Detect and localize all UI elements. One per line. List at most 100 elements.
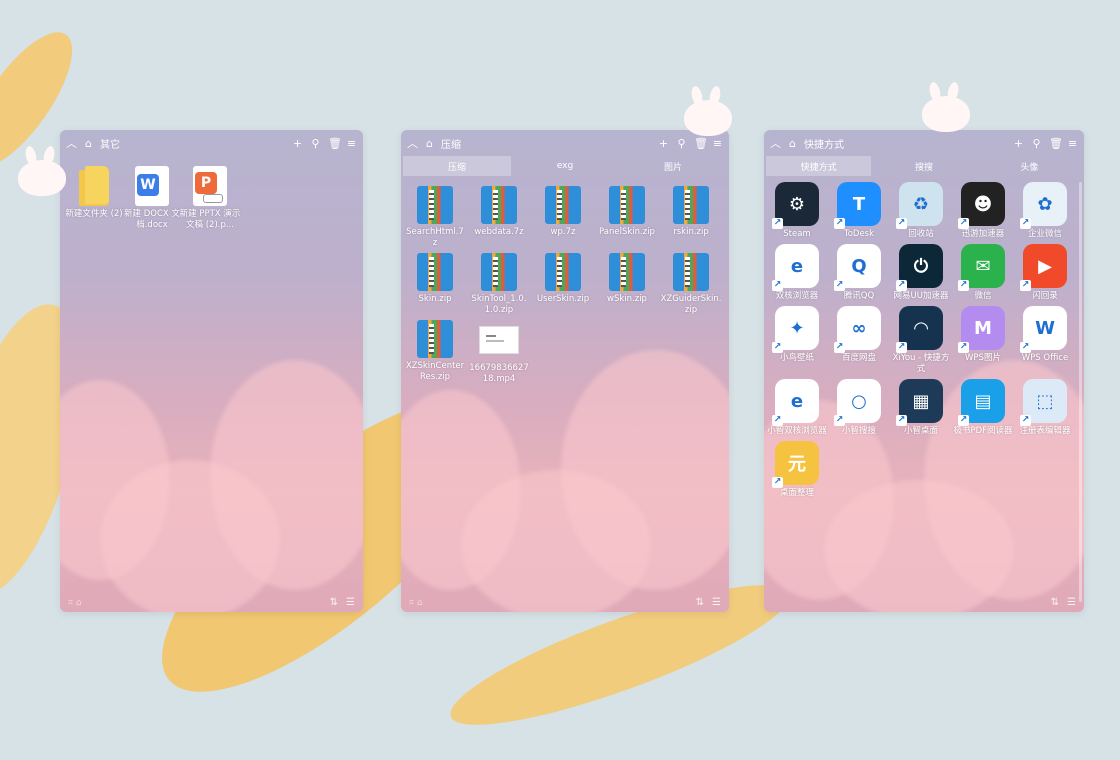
add-icon[interactable]: + <box>292 138 303 149</box>
file-item-archive[interactable]: XZSkinCenterRes.zip <box>403 320 467 385</box>
tab-shortcuts[interactable]: 快捷方式 <box>766 156 872 176</box>
tab-avatar[interactable]: 头像 <box>977 156 1082 176</box>
file-item-folder[interactable]: 新建文件夹 (2) <box>62 166 126 231</box>
file-item-docx[interactable]: W 新建 DOCX 文档.docx <box>120 166 184 231</box>
archive-icon <box>417 186 453 224</box>
shortcut-label: 小智双核浏览器 <box>767 426 827 436</box>
shortcut-label: 桌面整理 <box>779 488 814 498</box>
file-item-archive[interactable]: rskin.zip <box>659 186 723 249</box>
video-thumb-icon <box>479 326 519 354</box>
tab-search[interactable]: 搜搜 <box>871 156 976 176</box>
shortcut-item[interactable]: ⏻ ↗ 网易UU加速器 <box>890 244 952 302</box>
baidu-netdisk-icon: ∞ ↗ <box>834 306 881 353</box>
shortcut-item[interactable]: ◠ ↗ XiYou - 快捷方式 <box>890 306 952 375</box>
sort-icon[interactable]: ⇅ <box>330 597 338 608</box>
collapse-chevron-icon[interactable]: ︿ <box>66 138 77 149</box>
file-item-archive[interactable]: UserSkin.zip <box>531 253 595 316</box>
file-label: wp.7z <box>550 227 576 237</box>
menu-icon[interactable]: ≡ <box>1067 138 1078 149</box>
add-icon[interactable]: + <box>1013 138 1024 149</box>
shortcut-item[interactable]: ▤ ↗ 极书PDF阅读器 <box>952 379 1014 437</box>
shortcut-arrow-icon: ↗ <box>772 477 783 488</box>
bunny-sticker <box>684 100 732 136</box>
tab-exg[interactable]: exg <box>511 156 619 176</box>
shortcut-arrow-icon: ↗ <box>834 280 845 291</box>
xiaozhi-search-icon: ○ ↗ <box>834 379 881 426</box>
panel-titlebar[interactable]: ︿ ⌂ 其它 + ⚲ 🗑︎ ≡ <box>60 130 363 156</box>
shortcut-item[interactable]: Q ↗ 腾讯QQ <box>828 244 890 302</box>
shortcut-item[interactable]: M ↗ WPS图片 <box>952 306 1014 375</box>
file-item-pptx[interactable]: P 新建 PPTX 演示文稿 (2).p... <box>178 166 242 231</box>
shortcut-item[interactable]: ✦ ↗ 小鸟壁纸 <box>766 306 828 375</box>
shortcut-item[interactable]: ▶ ↗ 闪回录 <box>1014 244 1076 302</box>
qq-icon: Q ↗ <box>834 244 881 291</box>
panel-tabs: 快捷方式 搜搜 头像 <box>766 156 1082 176</box>
shortcut-item[interactable]: ∞ ↗ 百度网盘 <box>828 306 890 375</box>
delete-icon[interactable]: 🗑︎ <box>328 138 342 149</box>
sort-icon[interactable]: ⇅ <box>1051 597 1059 608</box>
add-icon[interactable]: + <box>658 138 669 149</box>
file-item-archive[interactable]: PanelSkin.zip <box>595 186 659 249</box>
menu-icon[interactable]: ≡ <box>712 138 723 149</box>
file-item-archive[interactable]: webdata.7z <box>467 186 531 249</box>
tab-archives[interactable]: 压缩 <box>403 156 511 176</box>
delete-icon[interactable]: 🗑︎ <box>1049 138 1063 149</box>
shortcut-item[interactable]: ✉ ↗ 微信 <box>952 244 1014 302</box>
folder-icon <box>79 166 109 206</box>
shortcut-item[interactable]: 元 ↗ 桌面整理 <box>766 441 828 499</box>
file-item-archive[interactable]: SearchHtml.7z <box>403 186 467 249</box>
archive-icon <box>673 186 709 224</box>
tab-images[interactable]: 图片 <box>619 156 727 176</box>
shortcut-item[interactable]: e ↗ 双核浏览器 <box>766 244 828 302</box>
file-label: rskin.zip <box>673 227 709 237</box>
shortcut-item[interactable]: e ↗ 小智双核浏览器 <box>766 379 828 437</box>
collapse-chevron-icon[interactable]: ︿ <box>407 138 418 149</box>
desktop-fence-panel-shortcuts[interactable]: ︿ ⌂ 快捷方式 + ⚲ 🗑︎ ≡ 快捷方式 搜搜 头像 ⚙ ↗ Steam T ↗ To… <box>764 130 1084 612</box>
panel-titlebar[interactable]: ︿ ⌂ 快捷方式 + ⚲ 🗑︎ ≡ <box>764 130 1084 156</box>
sort-icon[interactable]: ⇅ <box>696 597 704 608</box>
list-view-icon[interactable]: ☰ <box>1067 597 1076 608</box>
shortcut-arrow-icon: ↗ <box>1020 415 1031 426</box>
desktop-fence-panel-archives[interactable]: ︿ ⌂ 压缩 + ⚲ 🗑︎ ≡ 压缩 exg 图片 SearchHtml.7z … <box>401 130 729 612</box>
search-icon[interactable]: ⚲ <box>676 138 687 149</box>
panel-titlebar[interactable]: ︿ ⌂ 压缩 + ⚲ 🗑︎ ≡ <box>401 130 729 156</box>
file-label: Skin.zip <box>418 294 452 304</box>
archive-icon <box>673 253 709 291</box>
menu-icon[interactable]: ≡ <box>346 138 357 149</box>
file-item-archive[interactable]: SkinTool_1.0.1.0.zip <box>467 253 531 316</box>
shortcut-item[interactable]: T ↗ ToDesk <box>828 182 890 240</box>
file-item-archive[interactable]: XZGuiderSkin.zip <box>659 253 723 316</box>
shortcut-item[interactable]: ♻ ↗ 回收站 <box>890 182 952 240</box>
shortcut-item[interactable]: ○ ↗ 小智搜搜 <box>828 379 890 437</box>
shortcut-item[interactable]: ☻ ↗ 迅游加速器 <box>952 182 1014 240</box>
file-item-archive[interactable]: Skin.zip <box>403 253 467 316</box>
panel-footer: ⇅ ☰ <box>1051 597 1076 608</box>
docx-icon: W <box>135 166 169 206</box>
bunny-sticker <box>922 96 970 132</box>
list-view-icon[interactable]: ☰ <box>712 597 721 608</box>
wps-office-icon: W ↗ <box>1020 306 1067 353</box>
search-icon[interactable]: ⚲ <box>1031 138 1042 149</box>
shortcut-item[interactable]: ⬚ ↗ 注册表编辑器 <box>1014 379 1076 437</box>
shortcut-label: 网易UU加速器 <box>893 291 949 301</box>
shortcut-label: 百度网盘 <box>841 353 876 363</box>
scrollbar[interactable] <box>1079 182 1082 602</box>
shortcut-arrow-icon: ↗ <box>896 342 907 353</box>
collapse-chevron-icon[interactable]: ︿ <box>770 138 781 149</box>
uu-icon: ⏻ ↗ <box>896 244 943 291</box>
search-icon[interactable]: ⚲ <box>310 138 321 149</box>
file-item-archive[interactable]: wSkin.zip <box>595 253 659 316</box>
shortcut-item[interactable]: W ↗ WPS Office <box>1014 306 1076 375</box>
file-item-video[interactable]: 1667983662718.mp4 <box>467 320 531 385</box>
shortcut-item[interactable]: ✿ ↗ 企业微信 <box>1014 182 1076 240</box>
desktop-fence-panel-other[interactable]: ︿ ⌂ 其它 + ⚲ 🗑︎ ≡ 新建文件夹 (2) W 新建 DOCX 文档.d… <box>60 130 363 612</box>
shortcut-label: 腾讯QQ <box>843 291 875 301</box>
panel-footer: ⇅ ☰ <box>696 597 721 608</box>
file-item-archive[interactable]: wp.7z <box>531 186 595 249</box>
delete-icon[interactable]: 🗑︎ <box>694 138 708 149</box>
shortcut-item[interactable]: ⚙ ↗ Steam <box>766 182 828 240</box>
archive-icon <box>481 186 517 224</box>
archive-icon <box>545 253 581 291</box>
list-view-icon[interactable]: ☰ <box>346 597 355 608</box>
shortcut-item[interactable]: ▦ ↗ 小智桌面 <box>890 379 952 437</box>
